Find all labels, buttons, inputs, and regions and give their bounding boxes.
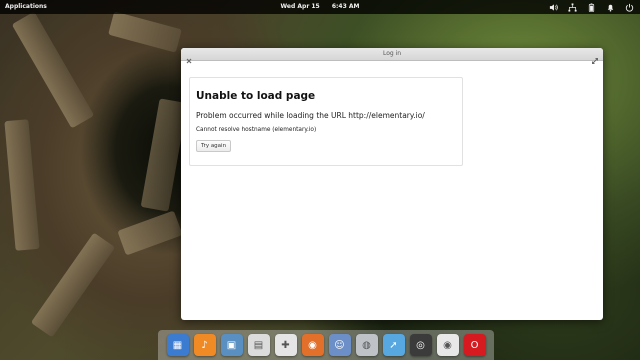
firefox-icon[interactable]: ◉ bbox=[301, 334, 324, 356]
maximize-icon[interactable] bbox=[591, 50, 599, 64]
error-problem-text: Problem occurred while loading the URL h… bbox=[196, 111, 425, 120]
volume-icon[interactable] bbox=[548, 2, 558, 12]
error-resolve-text: Cannot resolve hostname (elementary.io) bbox=[196, 127, 317, 133]
finder-icon[interactable]: ☺ bbox=[328, 334, 351, 356]
error-card: Unable to load page Problem occurred whi… bbox=[189, 77, 463, 166]
wallpaper-plank bbox=[4, 119, 40, 251]
wallpaper-plank bbox=[30, 232, 116, 338]
dock: ▦ ♪ ▣ ▤ ✚ ◉ ☺ ◍ ➚ ◎ ◉ O bbox=[158, 330, 494, 360]
cursor-icon[interactable]: ➚ bbox=[382, 334, 405, 356]
window-titlebar[interactable]: Log in bbox=[181, 48, 603, 64]
window-title: Log in bbox=[382, 50, 402, 57]
wallpaper-plank bbox=[108, 11, 182, 53]
login-window: Log in Unable to load page Problem occur… bbox=[181, 48, 603, 320]
panel-time: 6:43 AM bbox=[331, 3, 360, 10]
try-again-button[interactable]: Try again bbox=[196, 140, 232, 152]
photos-icon[interactable]: ▣ bbox=[220, 334, 243, 356]
notifications-icon[interactable] bbox=[605, 2, 615, 12]
settings-icon[interactable]: ✚ bbox=[274, 334, 297, 356]
wallpaper-plank bbox=[11, 11, 95, 129]
power-icon[interactable] bbox=[624, 2, 634, 12]
panel-date: Wed Apr 15 bbox=[280, 3, 320, 10]
camera-icon[interactable]: ◎ bbox=[409, 334, 432, 356]
chrome-icon[interactable]: ◉ bbox=[436, 334, 459, 356]
wallpaper-plank bbox=[117, 210, 183, 256]
calendar-icon[interactable]: ▤ bbox=[247, 334, 270, 356]
multitasking-view-icon[interactable]: ▦ bbox=[166, 334, 189, 356]
panel-indicators bbox=[539, 0, 634, 14]
top-panel: Applications Wed Apr 15 6:43 AM bbox=[0, 0, 640, 14]
opera-icon[interactable]: O bbox=[463, 334, 486, 356]
music-icon[interactable]: ♪ bbox=[193, 334, 216, 356]
error-heading: Unable to load page bbox=[196, 90, 316, 102]
mouse-icon[interactable]: ◍ bbox=[355, 334, 378, 356]
network-icon[interactable] bbox=[567, 2, 577, 12]
battery-icon[interactable] bbox=[586, 2, 596, 12]
